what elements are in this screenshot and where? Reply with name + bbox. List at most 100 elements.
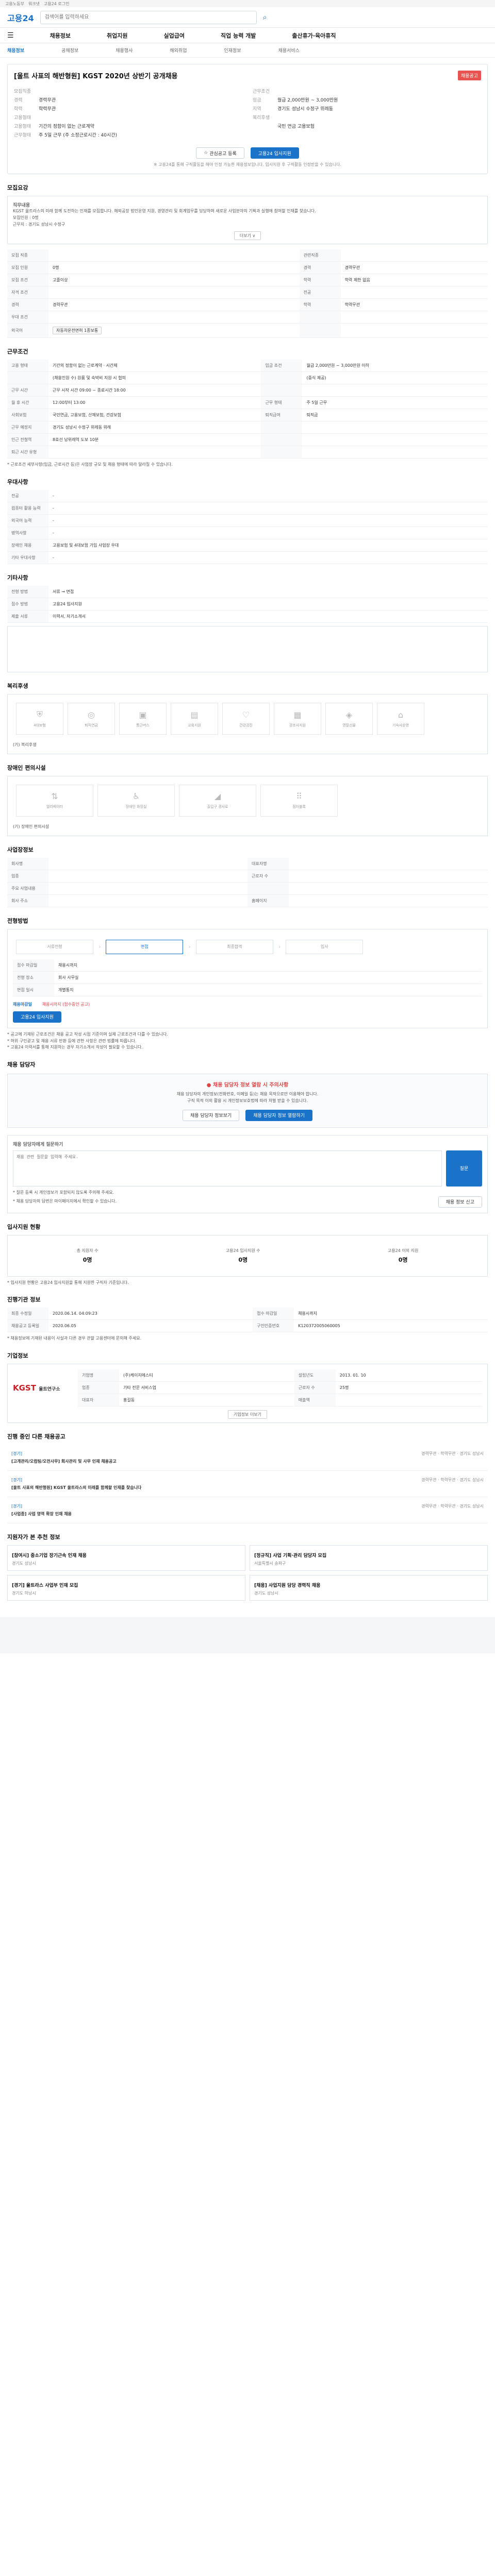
gnb-item[interactable]: 채용정보 [50,31,71,40]
manager-info-button[interactable]: 채용 담당자 정보보기 [183,1109,240,1121]
apply-button-2[interactable]: 고용24 입사지원 [13,1011,61,1023]
site-logo[interactable]: 고용24 [7,11,34,24]
process-note: * 허위 구인광고 및 채용 서류 반환 등에 관한 사항은 관련 법률에 따릅… [7,1038,137,1043]
disability-extra: (기) 장애인 편의시설 [13,824,50,829]
table-row: 전공 - [7,490,488,503]
recommend-item[interactable]: [정규직] 사업 기획·관리 담당자 모집 서울특별시 송파구 [250,1545,488,1571]
list-item[interactable]: [경기] [울트 사표의 해반형원] KGST 울트라스의 미래를 함께할 인재를… [7,1471,488,1498]
section-title: 진행 중인 다른 채용공고 [7,1433,65,1440]
global-nav: ☰ 채용정보 취업지원 실업급여 직업 능력 개발 출산휴가·육아휴직 [0,28,495,43]
table-row: 기타 우대사항 - [7,551,488,565]
process-step: 입사 [286,939,364,954]
search-icon[interactable]: ⌕ [263,13,267,22]
welfare-tile: ▤ 교육지원 [171,703,218,735]
apply-button[interactable]: 고용24 입사지원 [250,147,299,159]
section-title: 근무조건 [7,348,28,355]
site-footer [0,1617,495,1654]
top-link[interactable]: 고용24 로그인 [44,1,70,6]
recruit-bullet: 근무지 : 경기도 성남시 수정구 [13,222,65,227]
info-table: 최종 수정일 2020.06.14. 04:09:23 접수 마감일 채용시까지 채용… [7,1308,488,1333]
work-table: 고용 형태 기간의 정함이 없는 근로계약 · 시간제 임금 조건 월급 2,000만… [7,360,488,459]
inquiry-note: * 채용 담당자의 답변은 마이페이지에서 확인할 수 있습니다. [13,1199,117,1204]
table-row: 병역사항 - [7,527,488,540]
table-row: 경력 경력무관 학력 학력무관 [7,298,488,312]
menu-icon[interactable]: ☰ [7,31,14,40]
table-row: 월 휴 시간 12:00부터 13:00 근무 형태 주 5일 근무 [7,396,488,410]
main-content: [울트 사표의 해반형원] KGST 2020년 상반기 공개채용 채용공고 모… [0,58,495,1607]
sub-nav: 채용정보 공채정보 채용행사 해외취업 인재정보 채용서비스 [0,43,495,58]
process-dates: 접수 마감일 채용시까지 전형 장소 회사 사무실 면접 일시 개별통지 [13,959,482,996]
table-row: 인근 전철역 8호선 남위례역 도보 10분 [7,433,488,447]
book-icon: ▤ [190,709,199,720]
more-button[interactable]: 더보기 ∨ [234,231,261,241]
top-link[interactable]: 고용노동부 [5,1,24,6]
status-note: * 입사지원 현황은 고용24 입사지원을 통해 지원한 구직자 기준입니다. [7,1280,129,1285]
welfare-box: ⛨ 4대보험 ◎ 퇴직연금 ▣ 통근버스 ▤ 교육지원 ♡ 건강검진 ▦ 경조사지원 ◈ 명절… [7,694,488,754]
site-header: 고용24 ⌕ [0,7,495,28]
subnav-item[interactable]: 채용서비스 [278,47,300,54]
summary-item: 국민 연금 고용보험 [277,124,315,129]
table-row: 접수 방법 고용24 입사지원 [7,598,488,611]
welfare-tile: ◎ 퇴직연금 [68,703,115,735]
subnav-item[interactable]: 인재정보 [224,47,241,54]
shield-icon: ⛨ [36,709,43,720]
gnb-item[interactable]: 출산휴가·육아휴직 [292,31,336,40]
interest-button[interactable]: ☆ 관심공고 등록 [196,147,244,159]
inquiry-textarea[interactable] [13,1150,442,1187]
other-textarea [7,626,488,673]
table-row: 사회보험 국민연금, 고용보험, 산재보험, 건강보험 퇴직급여 퇴직금 [7,409,488,422]
section-title: 기타사항 [7,574,28,582]
company-more-button[interactable]: 기업정보 더보기 [227,1410,268,1419]
conditions-table: 모집 직종 관련직종 모집 인원 0명 경력 경력무관 모집 조건 고졸이상 학력 학력 제한… [7,249,488,338]
gnb-item[interactable]: 실업급여 [164,31,185,40]
process-note: * 고용24 이력서를 통해 지원하는 경우 자기소개서 작성이 필요할 수 있… [7,1045,143,1050]
elevator-icon: ⇅ [51,791,58,802]
list-item[interactable]: [경기] [고개관리/오컴팅/오전사무] 회사관리 및 사무 인재 채용공고 경력… [7,1445,488,1471]
subnav-item[interactable]: 채용정보 [7,47,24,54]
summary-item: 고용형태 기간의 정함이 없는 근로계약 [14,124,94,129]
status-box: 총 지원자 수 0명 고용24 입사지원 수 0명 고용24 이외 지원 0명 [7,1234,488,1277]
table-row: (채용인원 수) 원룸 및 숙박비 지원 시 협의 (중식 제공) [7,371,488,385]
subnav-item[interactable]: 해외취업 [170,47,187,54]
top-utility-bar: 고용노동부 워크넷 고용24 로그인 [0,0,495,7]
section-title: 장애인 편의시설 [7,764,46,771]
process-step: 최종합격 [195,939,273,954]
recommend-item[interactable]: [경기] 울트라스 사업부 인재 모집 경기도 하남시 [7,1575,245,1601]
subnav-item[interactable]: 채용행사 [116,47,133,54]
manager-box: ● 채용 담당자 정보 열람 시 주의사항 채용 담당자의 개인정보(전화번호,… [7,1074,488,1128]
coin-icon: ◎ [88,709,95,720]
section-title: 채용 담당자 [7,1061,36,1069]
star-icon: ☆ [204,150,210,156]
section-title: 입사지원 현황 [7,1223,41,1230]
table-row: 장애인 채용 고용보험 및 4대보험 가입 사업장 우대 [7,539,488,552]
table-row: 업종 기타 전문 서비스업 근로자 수 25명 [78,1381,482,1395]
company-logo: KGST 울트연구소 [13,1383,60,1393]
search-input[interactable] [40,10,257,24]
deadline-label: 채용마감일 [13,1002,32,1007]
summary-item: 모집직종 [14,89,31,94]
table-row: 컴퓨터 활용 능력 - [7,502,488,515]
work-note: * 근로조건 세부사항(임금, 근로시간 등)은 사업장 규모 및 채용 형태에… [7,462,173,467]
table-row: 면접 일시 개별통지 [13,984,482,996]
inquiry-send-button[interactable]: 질문 [446,1150,482,1187]
gnb-item[interactable]: 직업 능력 개발 [221,31,256,40]
subnav-item[interactable]: 공채정보 [61,47,78,54]
manager-line: 채용 담당자의 개인정보(전화번호, 이메일 등)는 채용 목적으로만 이용해야… [176,1092,319,1097]
company-box: KGST 울트연구소 기업명 (주)케이지에스티 설립년도 2013. 01. 10 … [7,1364,488,1423]
table-row: 전형 방법 서류 → 면접 [7,586,488,599]
list-item[interactable]: [경기] [사업종] 사업 영역 확장 인재 채용 경력무관 · 학력무관 · 경… [7,1497,488,1524]
table-row: 모집 인원 0명 경력 경력무관 [7,261,488,275]
inquiry-title: 채용 담당자에게 질문하기 [13,1142,63,1147]
table-row: 고용 형태 기간의 정함이 없는 근로계약 · 시간제 임금 조건 월급 2,000만… [7,360,488,372]
recommend-item[interactable]: [채용] 사업지원 담당 경력직 채용 경기도 성남시 [250,1575,488,1601]
section-title: 전형방법 [7,917,28,924]
welfare-tile: ⌂ 기숙사운영 [377,703,424,735]
table-row: 제출 서류 이력서, 자기소개서 [7,610,488,623]
job-header-card: [울트 사표의 해반형원] KGST 2020년 상반기 공개채용 채용공고 모… [7,64,488,174]
gnb-item[interactable]: 취업지원 [107,31,127,40]
report-button[interactable]: 채용 정보 신고 [438,1196,482,1208]
manager-view-button[interactable]: 채용 담당자 정보 열람하기 [245,1109,312,1121]
recommend-list: [참여시] 중소기업 장기근속 인재 채용 경기도 성남시 [정규직] 사업 기획… [7,1545,488,1601]
recommend-item[interactable]: [참여시] 중소기업 장기근속 인재 채용 경기도 성남시 [7,1545,245,1571]
top-link[interactable]: 워크넷 [28,1,40,6]
